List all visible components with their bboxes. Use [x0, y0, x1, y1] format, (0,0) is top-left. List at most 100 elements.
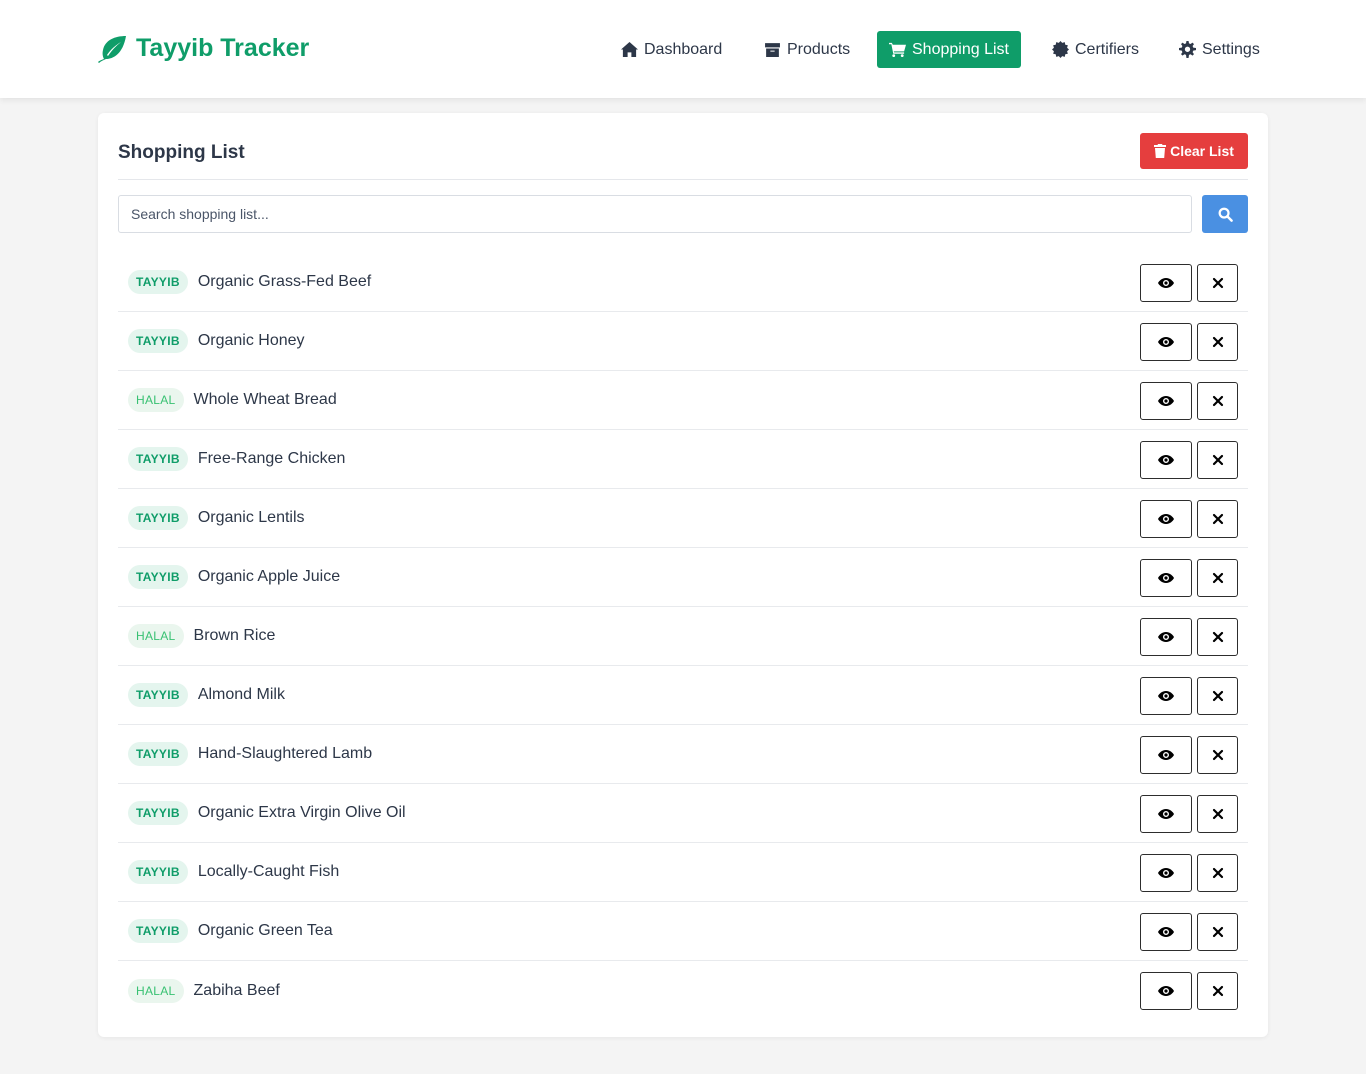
- list-item: TAYYIB Free-Range Chicken: [118, 430, 1248, 489]
- item-name: Free-Range Chicken: [197, 450, 346, 467]
- item-name: Brown Rice: [193, 627, 276, 644]
- close-icon: [1212, 395, 1223, 407]
- list-item: TAYYIB Hand-Slaughtered Lamb: [118, 725, 1248, 784]
- view-item-button[interactable]: [1140, 441, 1192, 479]
- view-item-button[interactable]: [1140, 382, 1192, 420]
- list-item: TAYYIB Organic Honey: [118, 312, 1248, 371]
- remove-item-button[interactable]: [1197, 736, 1238, 774]
- close-icon: [1212, 985, 1223, 997]
- remove-item-button[interactable]: [1197, 382, 1238, 420]
- close-icon: [1212, 749, 1223, 761]
- box-icon: [765, 43, 780, 57]
- close-icon: [1212, 690, 1223, 702]
- list-item: TAYYIB Locally-Caught Fish: [118, 843, 1248, 902]
- nav-settings[interactable]: Settings: [1167, 31, 1272, 68]
- item-name: Zabiha Beef: [193, 981, 280, 999]
- close-icon: [1212, 808, 1223, 820]
- nav-dashboard-label: Dashboard: [644, 40, 723, 58]
- view-item-button[interactable]: [1140, 736, 1192, 774]
- item-name: Whole Wheat Bread: [193, 391, 337, 408]
- list-item: HALAL Zabiha Beef: [118, 961, 1248, 1020]
- status-badge: TAYYIB: [128, 801, 188, 825]
- eye-icon: [1158, 632, 1174, 642]
- close-icon: [1212, 454, 1223, 466]
- close-icon: [1212, 336, 1223, 348]
- list-item: TAYYIB Almond Milk: [118, 666, 1248, 725]
- view-item-button[interactable]: [1140, 559, 1192, 597]
- nav-products-label: Products: [787, 40, 851, 58]
- item-name: Almond Milk: [197, 686, 285, 703]
- eye-icon: [1158, 455, 1174, 465]
- eye-icon: [1158, 396, 1174, 406]
- view-item-button[interactable]: [1140, 264, 1192, 302]
- view-item-button[interactable]: [1140, 618, 1192, 656]
- remove-item-button[interactable]: [1197, 500, 1238, 538]
- nav-dashboard[interactable]: Dashboard: [609, 31, 734, 68]
- eye-icon: [1158, 278, 1174, 288]
- item-name: Hand-Slaughtered Lamb: [197, 745, 373, 762]
- eye-icon: [1158, 573, 1174, 583]
- nav-certifiers[interactable]: Certifiers: [1040, 31, 1151, 68]
- view-item-button[interactable]: [1140, 913, 1192, 951]
- view-item-button[interactable]: [1140, 677, 1192, 715]
- status-badge: TAYYIB: [128, 447, 188, 471]
- certificate-icon: [1052, 41, 1069, 58]
- list-item: TAYYIB Organic Apple Juice: [118, 548, 1248, 607]
- view-item-button[interactable]: [1140, 323, 1192, 361]
- remove-item-button[interactable]: [1197, 264, 1238, 302]
- eye-icon: [1158, 750, 1174, 760]
- shopping-list: TAYYIB Organic Grass-Fed Beef TAYYIB Org…: [118, 253, 1248, 1020]
- trash-icon: [1154, 144, 1167, 158]
- view-item-button[interactable]: [1140, 972, 1192, 1010]
- gear-icon: [1179, 41, 1196, 58]
- close-icon: [1212, 277, 1223, 289]
- view-item-button[interactable]: [1140, 500, 1192, 538]
- status-badge: TAYYIB: [128, 329, 188, 353]
- close-icon: [1212, 572, 1223, 584]
- item-name: Organic Extra Virgin Olive Oil: [197, 804, 406, 821]
- view-item-button[interactable]: [1140, 795, 1192, 833]
- cart-icon: [889, 42, 906, 58]
- status-badge: TAYYIB: [128, 270, 188, 294]
- list-item: HALAL Brown Rice: [118, 607, 1248, 666]
- list-item: HALAL Whole Wheat Bread: [118, 371, 1248, 430]
- remove-item-button[interactable]: [1197, 323, 1238, 361]
- search-button[interactable]: [1202, 195, 1248, 233]
- eye-icon: [1158, 868, 1174, 878]
- remove-item-button[interactable]: [1197, 677, 1238, 715]
- status-badge: TAYYIB: [128, 742, 188, 766]
- item-name: Organic Grass-Fed Beef: [197, 273, 372, 290]
- remove-item-button[interactable]: [1197, 795, 1238, 833]
- item-name: Locally-Caught Fish: [197, 863, 340, 880]
- remove-item-button[interactable]: [1197, 972, 1238, 1010]
- status-badge: TAYYIB: [128, 919, 188, 943]
- nav-certifiers-label: Certifiers: [1075, 40, 1140, 58]
- header-divider: [118, 179, 1248, 180]
- item-name: Organic Honey: [197, 332, 305, 349]
- clear-list-button[interactable]: Clear List: [1140, 133, 1248, 169]
- eye-icon: [1158, 986, 1174, 996]
- nav-products[interactable]: Products: [752, 31, 862, 68]
- status-badge: TAYYIB: [128, 565, 188, 589]
- search-icon: [1218, 207, 1233, 222]
- close-icon: [1212, 867, 1223, 879]
- eye-icon: [1158, 809, 1174, 819]
- remove-item-button[interactable]: [1197, 618, 1238, 656]
- close-icon: [1212, 513, 1223, 525]
- search-input[interactable]: [118, 195, 1192, 233]
- remove-item-button[interactable]: [1197, 559, 1238, 597]
- status-badge: HALAL: [128, 978, 184, 1003]
- remove-item-button[interactable]: [1197, 441, 1238, 479]
- page-title: Shopping List: [118, 142, 245, 163]
- remove-item-button[interactable]: [1197, 854, 1238, 892]
- nav-settings-label: Settings: [1202, 40, 1260, 58]
- home-icon: [621, 41, 638, 58]
- status-badge: TAYYIB: [128, 860, 188, 884]
- eye-icon: [1158, 337, 1174, 347]
- list-item: TAYYIB Organic Extra Virgin Olive Oil: [118, 784, 1248, 843]
- remove-item-button[interactable]: [1197, 913, 1238, 951]
- view-item-button[interactable]: [1140, 854, 1192, 892]
- nav-shopping-list-label: Shopping List: [912, 40, 1009, 58]
- eye-icon: [1158, 514, 1174, 524]
- nav-shopping-list[interactable]: Shopping List: [877, 31, 1021, 68]
